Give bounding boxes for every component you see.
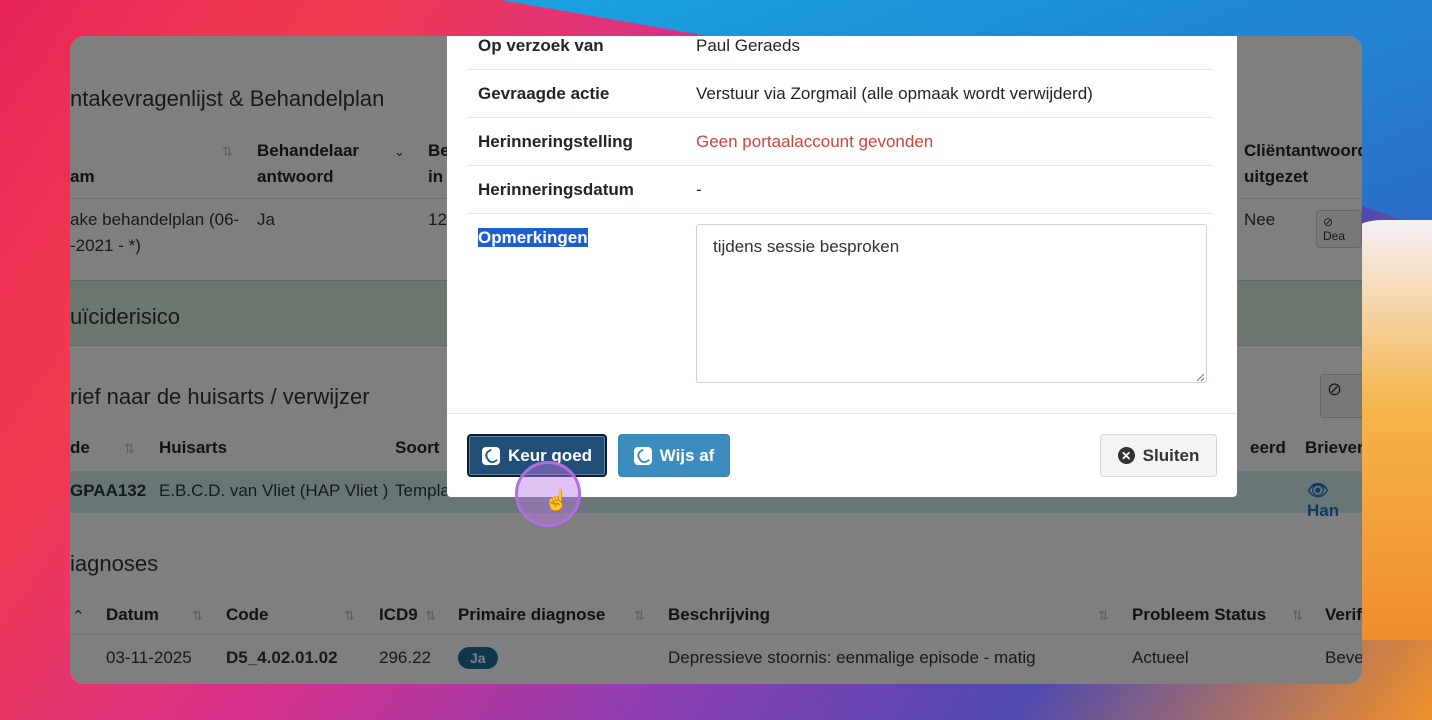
- value-op-verzoek-van: Paul Geraeds: [696, 36, 800, 55]
- reject-label: Wijs af: [659, 445, 715, 465]
- approval-modal: Op verzoek van Paul Geraeds Gevraagde ac…: [447, 36, 1237, 497]
- label-gevraagde-actie: Gevraagde actie: [478, 84, 610, 103]
- phone-icon: [481, 446, 500, 465]
- reject-button[interactable]: Wijs af: [618, 434, 730, 477]
- phone-icon: [633, 446, 652, 465]
- resize-grip-icon[interactable]: [1195, 372, 1205, 382]
- value-gevraagde-actie: Verstuur via Zorgmail (alle opmaak wordt…: [696, 84, 1093, 103]
- close-label: Sluiten: [1142, 445, 1200, 465]
- opmerkingen-textarea[interactable]: [696, 224, 1207, 383]
- value-herinneringstelling: Geen portaalaccount gevonden: [696, 132, 934, 151]
- hand-cursor-icon: ☝: [544, 490, 569, 512]
- close-circle-icon: ✕: [1117, 447, 1135, 464]
- modal-footer-divider: [447, 413, 1237, 414]
- label-opmerkingen: Opmerkingen: [478, 228, 588, 247]
- label-herinneringsdatum: Herinneringsdatum: [478, 180, 634, 199]
- app-window: ntakevragenlijst & Behandelplan am ⇅ Beh…: [70, 36, 1362, 684]
- label-op-verzoek-van: Op verzoek van: [478, 36, 604, 55]
- value-herinneringsdatum: -: [696, 180, 702, 199]
- label-herinneringstelling: Herinneringstelling: [478, 132, 633, 151]
- close-button[interactable]: ✕ Sluiten: [1100, 434, 1217, 477]
